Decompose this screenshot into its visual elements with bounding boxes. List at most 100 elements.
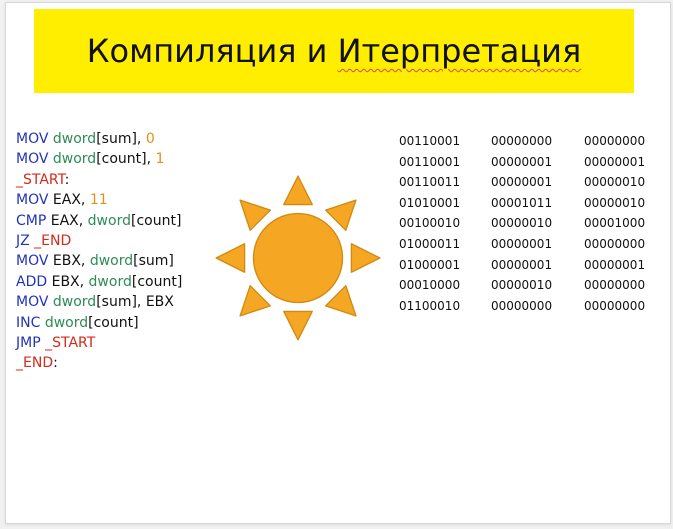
binary-byte: 00001000 bbox=[584, 216, 646, 231]
binary-byte: 00000001 bbox=[491, 175, 553, 190]
code-line: MOV EBX, dword[sum] bbox=[16, 251, 182, 271]
binary-byte: 00000010 bbox=[584, 195, 646, 210]
code-token-num: 1 bbox=[155, 151, 165, 168]
binary-row: 00110001 00000000 00000000 bbox=[399, 134, 669, 155]
binary-byte: 00000000 bbox=[491, 134, 553, 148]
sun-ray bbox=[283, 175, 313, 206]
binary-byte: 00000001 bbox=[584, 257, 646, 272]
binary-row: 00100010 00000010 00001000 bbox=[399, 216, 669, 237]
binary-row: 00110001 00000001 00000001 bbox=[399, 155, 669, 176]
binary-row: 01000011 00000001 00000000 bbox=[399, 237, 669, 258]
code-token-type: dword bbox=[88, 273, 132, 290]
binary-byte: 00000001 bbox=[584, 154, 646, 169]
code-line: JMP _START bbox=[16, 333, 182, 353]
binary-row: 01100010 00000000 00000000 bbox=[399, 299, 669, 320]
code-token-label: _END bbox=[16, 355, 54, 372]
code-token-text: EAX, bbox=[52, 192, 90, 209]
code-token-type: dword bbox=[52, 151, 97, 168]
binary-byte: 00110011 bbox=[399, 175, 461, 190]
code-token-text: [count] bbox=[88, 314, 139, 331]
sun-ray bbox=[325, 199, 357, 231]
binary-byte: 00000000 bbox=[584, 298, 646, 313]
binary-byte: 00000001 bbox=[491, 257, 553, 272]
code-line: JZ _END bbox=[16, 231, 182, 251]
sun-disc bbox=[252, 212, 344, 304]
binary-byte: 00000010 bbox=[491, 278, 553, 293]
code-token-type: dword bbox=[44, 314, 89, 331]
binary-byte: 01000001 bbox=[399, 257, 461, 272]
code-line: _END: bbox=[16, 353, 182, 373]
sun-ray bbox=[350, 243, 381, 273]
code-token-kw: MOV bbox=[16, 253, 53, 270]
sun-ray bbox=[325, 285, 357, 317]
binary-byte: 00001011 bbox=[491, 195, 553, 210]
code-token-num: 11 bbox=[89, 192, 108, 209]
code-line: MOV dword[sum], EBX bbox=[16, 292, 182, 312]
binary-byte: 00100010 bbox=[399, 216, 461, 231]
code-line: CMP EAX, dword[count] bbox=[16, 211, 182, 231]
code-token-text: [sum] bbox=[133, 253, 174, 270]
slide: Компиляция и Итерпретация MOV dword[sum]… bbox=[5, 2, 671, 524]
binary-byte: 00000001 bbox=[491, 154, 553, 169]
binary-byte: 00000000 bbox=[584, 236, 646, 251]
code-token-kw: JMP bbox=[16, 334, 46, 351]
binary-row: 01000001 00000001 00000001 bbox=[399, 258, 669, 279]
code-line: MOV dword[count], 1 bbox=[16, 149, 182, 169]
code-token-text: [count] bbox=[130, 212, 182, 229]
sun-ray bbox=[239, 199, 271, 231]
code-line: _START: bbox=[16, 170, 182, 190]
code-token-kw: JZ bbox=[16, 232, 35, 249]
sun-ray bbox=[283, 310, 313, 341]
code-token-text: [sum], EBX bbox=[96, 294, 174, 311]
code-token-type: dword bbox=[52, 294, 97, 311]
code-token-type: dword bbox=[87, 212, 131, 229]
title-part-2: Итерпретация bbox=[337, 32, 582, 70]
title-part-1: Компиляция и bbox=[86, 32, 328, 70]
title-banner: Компиляция и Итерпретация bbox=[34, 9, 634, 93]
code-token-text: : bbox=[64, 171, 70, 188]
binary-byte: 00000000 bbox=[584, 278, 646, 293]
code-token-text: : bbox=[53, 355, 58, 372]
code-token-kw: MOV bbox=[16, 151, 53, 168]
code-token-kw: ADD bbox=[16, 273, 52, 290]
code-token-label: _START bbox=[45, 334, 96, 351]
code-token-num: 0 bbox=[145, 131, 155, 147]
code-token-type: dword bbox=[52, 131, 97, 147]
binary-row: 00110011 00000001 00000010 bbox=[399, 175, 669, 196]
machine-code-listing: 00110001 00000000 00000000 00110001 00000001… bbox=[399, 134, 669, 319]
binary-row: 00010000 00000010 00000000 bbox=[399, 278, 669, 299]
binary-byte: 01100010 bbox=[399, 298, 461, 313]
code-line: MOV EAX, 11 bbox=[16, 190, 182, 210]
binary-byte: 00110001 bbox=[399, 154, 461, 169]
code-token-label: _START bbox=[16, 171, 65, 188]
binary-row: 01010001 00001011 00000010 bbox=[399, 196, 669, 217]
code-token-label: _END bbox=[34, 232, 72, 249]
code-token-kw: CMP bbox=[16, 212, 51, 229]
code-token-kw: MOV bbox=[16, 192, 53, 209]
code-line: MOV dword[sum], 0 bbox=[16, 129, 182, 149]
code-token-kw: MOV bbox=[16, 131, 53, 147]
binary-byte: 00010000 bbox=[399, 278, 461, 293]
code-line: INC dword[count] bbox=[16, 313, 182, 333]
code-token-text: [sum], bbox=[96, 131, 146, 147]
code-token-kw: MOV bbox=[16, 294, 53, 311]
code-token-text: [count] bbox=[131, 273, 183, 290]
binary-byte: 00000010 bbox=[491, 216, 553, 231]
binary-byte: 00000010 bbox=[584, 175, 646, 190]
binary-byte: 01000011 bbox=[399, 236, 461, 251]
code-token-text: EBX, bbox=[52, 253, 90, 270]
binary-byte: 00110001 bbox=[399, 134, 461, 148]
code-line: ADD EBX, dword[count] bbox=[16, 272, 182, 292]
sun-icon bbox=[215, 175, 381, 341]
binary-byte: 00000001 bbox=[491, 236, 553, 251]
binary-byte: 00000000 bbox=[491, 298, 553, 313]
sun-ray bbox=[239, 285, 271, 317]
code-token-text: EBX, bbox=[51, 273, 89, 290]
sun-ray bbox=[215, 243, 246, 273]
slide-title: Компиляция и Итерпретация bbox=[87, 32, 581, 70]
assembly-code-listing: MOV dword[sum], 0 MOV dword[count], 1 _STA… bbox=[16, 129, 182, 374]
code-token-text: [count], bbox=[96, 151, 156, 168]
binary-byte: 00000000 bbox=[584, 134, 646, 148]
code-token-type: dword bbox=[89, 253, 134, 270]
code-token-kw: INC bbox=[16, 314, 45, 331]
